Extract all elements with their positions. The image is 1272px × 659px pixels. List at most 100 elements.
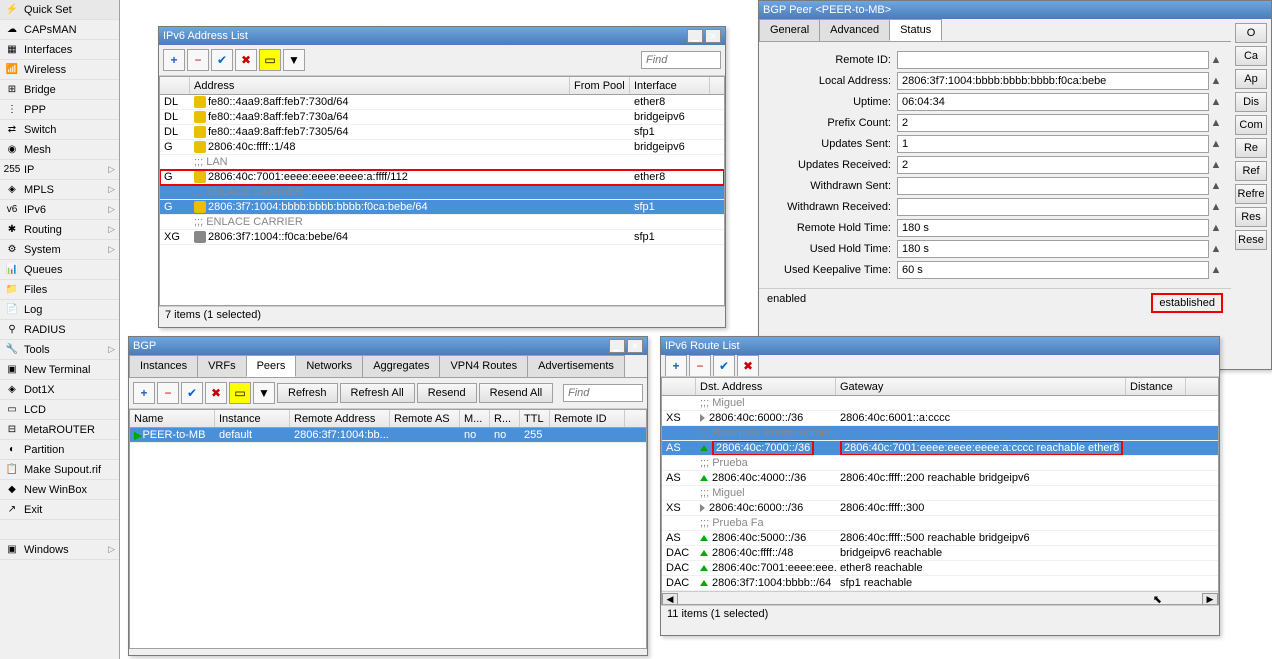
sidebar-item[interactable]: ⚡Quick Set bbox=[0, 0, 119, 20]
col-m[interactable]: M... bbox=[460, 410, 490, 427]
tab[interactable]: Aggregates bbox=[362, 355, 440, 377]
col-frompool[interactable]: From Pool bbox=[570, 77, 630, 94]
window-minimize[interactable]: ▁ bbox=[687, 29, 703, 43]
tab[interactable]: Peers bbox=[246, 355, 297, 377]
expand-icon[interactable]: ▲ bbox=[1209, 159, 1223, 171]
sidebar-item[interactable]: ⇄Switch bbox=[0, 120, 119, 140]
tab[interactable]: Advertisements bbox=[527, 355, 625, 377]
find-input[interactable] bbox=[563, 384, 643, 402]
sidebar-item[interactable]: ◈Dot1X bbox=[0, 380, 119, 400]
expand-icon[interactable]: ▲ bbox=[1209, 243, 1223, 255]
table-row[interactable]: DLfe80::4aa9:8aff:feb7:730a/64bridgeipv6 bbox=[160, 110, 724, 125]
sidebar-item[interactable]: ▭LCD bbox=[0, 400, 119, 420]
sidebar-item[interactable]: ⊞Bridge bbox=[0, 80, 119, 100]
sidebar-item[interactable]: 255IP▷ bbox=[0, 160, 119, 180]
sidebar-item[interactable]: 📊Queues bbox=[0, 260, 119, 280]
filter-button[interactable]: ▼ bbox=[283, 49, 305, 71]
expand-icon[interactable]: ▲ bbox=[1209, 222, 1223, 234]
table-row[interactable]: XS2806:40c:6000::/362806:40c:ffff::300 bbox=[662, 501, 1218, 516]
disable-button[interactable]: ✖ bbox=[205, 382, 227, 404]
window-titlebar[interactable]: BGP Peer <PEER-to-MB> bbox=[759, 1, 1271, 19]
table-row[interactable]: G2806:40c:7001:eeee:eeee:eeee:a:ffff/112… bbox=[160, 170, 724, 185]
col-remoteid[interactable]: Remote ID bbox=[550, 410, 625, 427]
sidebar-item[interactable]: ◈MPLS▷ bbox=[0, 180, 119, 200]
table-row[interactable]: AS2806:40c:7000::/362806:40c:7001:eeee:e… bbox=[662, 441, 1218, 456]
sidebar-item[interactable]: ▣Windows▷ bbox=[0, 540, 119, 560]
dialog-button[interactable]: Dis bbox=[1235, 92, 1267, 112]
table-row[interactable]: DLfe80::4aa9:8aff:feb7:7305/64sfp1 bbox=[160, 125, 724, 140]
find-input[interactable] bbox=[641, 51, 721, 69]
sidebar-item[interactable]: ◉Mesh bbox=[0, 140, 119, 160]
dialog-button[interactable]: Res bbox=[1235, 207, 1267, 227]
sidebar-item[interactable]: ⚙System▷ bbox=[0, 240, 119, 260]
col-remoteas[interactable]: Remote AS bbox=[390, 410, 460, 427]
col-address[interactable]: Address bbox=[190, 77, 570, 94]
sidebar-item[interactable]: ✱Routing▷ bbox=[0, 220, 119, 240]
address-grid[interactable]: Address From Pool Interface DLfe80::4aa9… bbox=[159, 76, 725, 306]
bgp-grid[interactable]: Name Instance Remote Address Remote AS M… bbox=[129, 409, 647, 649]
col-remoteaddr[interactable]: Remote Address bbox=[290, 410, 390, 427]
dialog-button[interactable]: Com bbox=[1235, 115, 1267, 135]
tab[interactable]: VPN4 Routes bbox=[439, 355, 528, 377]
sidebar-item[interactable]: ⋮PPP bbox=[0, 100, 119, 120]
sidebar-item[interactable]: ↗Exit bbox=[0, 500, 119, 520]
tab[interactable]: Advanced bbox=[819, 19, 890, 41]
sidebar-item[interactable]: 📶Wireless bbox=[0, 60, 119, 80]
table-row[interactable]: ;;; Miguel bbox=[662, 486, 1218, 501]
tab[interactable]: VRFs bbox=[197, 355, 247, 377]
table-row[interactable]: XG2806:3f7:1004::f0ca:bebe/64sfp1 bbox=[160, 230, 724, 245]
remove-button[interactable]: − bbox=[689, 355, 711, 377]
window-titlebar[interactable]: IPv6 Address List ▁ ✕ bbox=[159, 27, 725, 45]
col-ttl[interactable]: TTL bbox=[520, 410, 550, 427]
sidebar-item[interactable]: 🔧Tools▷ bbox=[0, 340, 119, 360]
tab[interactable]: General bbox=[759, 19, 820, 41]
expand-icon[interactable]: ▲ bbox=[1209, 75, 1223, 87]
sidebar-item[interactable]: v6IPv6▷ bbox=[0, 200, 119, 220]
resend-all-button[interactable]: Resend All bbox=[479, 383, 554, 403]
dialog-button[interactable]: O bbox=[1235, 23, 1267, 43]
sidebar-item[interactable]: 📁Files bbox=[0, 280, 119, 300]
route-grid[interactable]: Dst. Address Gateway Distance ;;; Miguel… bbox=[661, 377, 1219, 605]
col-r[interactable]: R... bbox=[490, 410, 520, 427]
enable-button[interactable]: ✔ bbox=[211, 49, 233, 71]
sidebar-item[interactable]: ⊟MetaROUTER bbox=[0, 420, 119, 440]
col-dst[interactable]: Dst. Address bbox=[696, 378, 836, 395]
disable-button[interactable]: ✖ bbox=[235, 49, 257, 71]
expand-icon[interactable]: ▲ bbox=[1209, 264, 1223, 276]
resend-button[interactable]: Resend bbox=[417, 383, 477, 403]
expand-icon[interactable]: ▲ bbox=[1209, 96, 1223, 108]
table-row[interactable]: ;;; Prueba bbox=[662, 456, 1218, 471]
expand-icon[interactable]: ▲ bbox=[1209, 201, 1223, 213]
expand-icon[interactable]: ▲ bbox=[1209, 54, 1223, 66]
scroll-left[interactable]: ◀ bbox=[662, 593, 678, 606]
window-close[interactable]: ✕ bbox=[627, 339, 643, 353]
disable-button[interactable]: ✖ bbox=[737, 355, 759, 377]
dialog-button[interactable]: Ref bbox=[1235, 161, 1267, 181]
comment-button[interactable]: ▭ bbox=[259, 49, 281, 71]
sidebar-item[interactable]: 📄Log bbox=[0, 300, 119, 320]
table-row[interactable]: ;;; ENLACE CARRIER bbox=[160, 185, 724, 200]
col-interface[interactable]: Interface bbox=[630, 77, 710, 94]
refresh-all-button[interactable]: Refresh All bbox=[340, 383, 415, 403]
window-close[interactable]: ✕ bbox=[705, 29, 721, 43]
dialog-button[interactable]: Ca bbox=[1235, 46, 1267, 66]
sidebar-item[interactable]: ▦Interfaces bbox=[0, 40, 119, 60]
col-dist[interactable]: Distance bbox=[1126, 378, 1186, 395]
expand-icon[interactable]: ▲ bbox=[1209, 117, 1223, 129]
table-row[interactable]: DLfe80::4aa9:8aff:feb7:730d/64ether8 bbox=[160, 95, 724, 110]
remove-button[interactable]: − bbox=[187, 49, 209, 71]
sidebar-item[interactable] bbox=[0, 520, 119, 540]
table-row[interactable]: ;;; Miguel bbox=[662, 396, 1218, 411]
scroll-right[interactable]: ▶ bbox=[1202, 593, 1218, 606]
table-row[interactable]: AS2806:40c:5000::/362806:40c:ffff::500 r… bbox=[662, 531, 1218, 546]
add-button[interactable]: + bbox=[665, 355, 687, 377]
dialog-button[interactable]: Re bbox=[1235, 138, 1267, 158]
tab[interactable]: Instances bbox=[129, 355, 198, 377]
col-name[interactable]: Name bbox=[130, 410, 215, 427]
remove-button[interactable]: − bbox=[157, 382, 179, 404]
expand-icon[interactable]: ▲ bbox=[1209, 180, 1223, 192]
tab[interactable]: Networks bbox=[295, 355, 363, 377]
table-row[interactable]: ;;; LAN bbox=[160, 155, 724, 170]
expand-icon[interactable]: ▲ bbox=[1209, 138, 1223, 150]
window-minimize[interactable]: ▁ bbox=[609, 339, 625, 353]
